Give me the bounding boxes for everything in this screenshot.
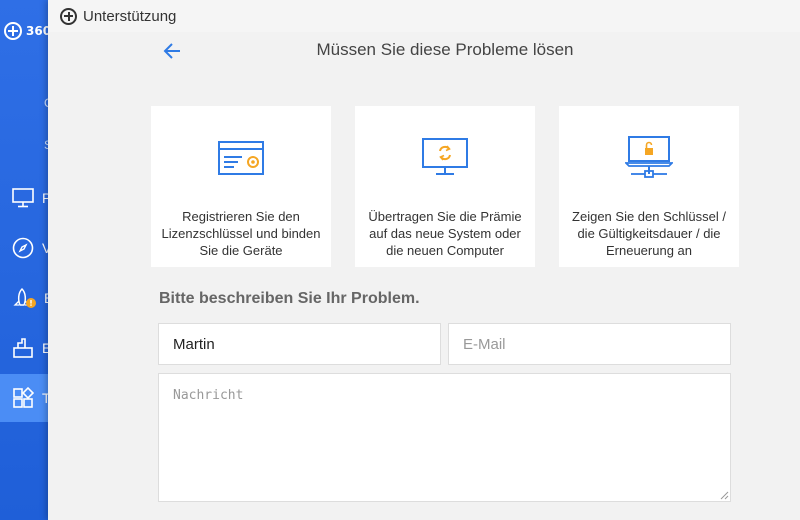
laptop-network-icon <box>625 136 673 180</box>
grid-icon <box>13 387 34 408</box>
card-view-key[interactable]: Zeigen Sie den Schlüssel / die Gültigkei… <box>559 106 739 267</box>
card-register-license[interactable]: Registrieren Sie den Lizenzschlüssel und… <box>151 106 331 267</box>
card-text: Zeigen Sie den Schlüssel / die Gültigkei… <box>572 209 726 258</box>
app-logo: 360 <box>4 22 51 40</box>
window-titlebar: Unterstützung <box>48 0 800 32</box>
compass-icon <box>12 237 34 259</box>
message-textarea[interactable] <box>158 373 731 502</box>
card-transfer-premium[interactable]: Übertragen Sie die Prämie auf das neue S… <box>355 106 535 267</box>
card-text: Übertragen Sie die Prämie auf das neue S… <box>368 209 522 258</box>
monitor-sync-icon <box>422 136 468 180</box>
support-window: Unterstützung Müssen Sie diese Probleme … <box>48 0 800 520</box>
page-header: Müssen Sie diese Probleme lösen <box>48 32 800 72</box>
card-text: Registrieren Sie den Lizenzschlüssel und… <box>161 209 321 258</box>
app-icon <box>60 7 77 25</box>
resize-grip-icon[interactable] <box>719 490 729 500</box>
page-title: Müssen Sie diese Probleme lösen <box>316 40 574 59</box>
license-card-icon <box>218 136 264 180</box>
name-input[interactable] <box>158 323 441 365</box>
monitor-icon <box>12 188 34 208</box>
rocket-warning-icon <box>13 287 36 308</box>
email-input[interactable] <box>448 323 731 365</box>
form-section-title: Bitte beschreiben Sie Ihr Problem. <box>159 290 420 307</box>
option-cards: Registrieren Sie den Lizenzschlüssel und… <box>151 106 739 267</box>
toolbox-icon <box>13 338 33 358</box>
window-title: Unterstützung <box>83 7 177 25</box>
app-logo-icon <box>4 22 22 40</box>
